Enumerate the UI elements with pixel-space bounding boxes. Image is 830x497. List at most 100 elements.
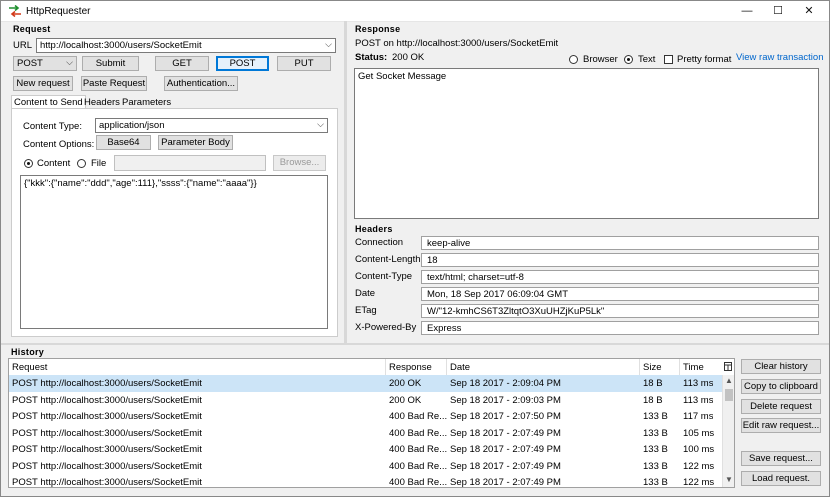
file-radio[interactable] [77,159,86,168]
content-type-value: application/json [99,120,165,131]
history-row[interactable]: POST http://localhost:3000/users/SocketE… [9,458,722,475]
row-response: 400 Bad Re... [389,477,448,488]
header-value[interactable]: W/"12-kmhCS6T3ZltqtO3XuUHZjKuP5Lk" [421,304,819,318]
file-path-field [114,155,266,171]
row-time: 105 ms [683,427,715,439]
post-button[interactable]: POST [216,56,269,71]
maximize-button[interactable]: ☐ [761,1,795,21]
vertical-splitter[interactable] [344,21,347,343]
header-name: Date [355,288,376,299]
header-value[interactable]: 18 [421,253,819,267]
row-date: Sep 18 2017 - 2:09:03 PM [450,394,561,406]
row-request: POST http://localhost:3000/users/SocketE… [12,378,202,389]
row-response: 400 Bad Re... [389,411,448,422]
horizontal-splitter[interactable] [1,343,829,345]
chevron-down-icon[interactable]: ⌵ [325,39,332,50]
history-row[interactable]: POST http://localhost:3000/users/SocketE… [9,408,722,425]
get-button[interactable]: GET [155,56,209,71]
url-combobox[interactable]: http://localhost:3000/users/SocketEmit ⌵ [36,38,336,53]
text-radio[interactable] [624,55,633,64]
column-header-date[interactable]: Date [450,362,470,373]
column-chooser-icon[interactable] [724,362,732,371]
row-size: 133 B [643,444,668,455]
edit-raw-request-button[interactable]: Edit raw request... [741,418,821,433]
response-line: POST on http://localhost:3000/users/Sock… [355,38,559,49]
column-header-time[interactable]: Time [683,362,704,373]
browse-button: Browse... [273,155,326,171]
header-name: X-Powered-By [355,322,417,333]
row-date: Sep 18 2017 - 2:07:49 PM [450,477,561,488]
base64-button[interactable]: Base64 [96,135,151,150]
method-select[interactable]: POST ⌵ [13,56,77,71]
pretty-format-checkbox[interactable] [664,55,673,64]
row-response: 400 Bad Re... [389,444,448,455]
parameter-body-button[interactable]: Parameter Body [158,135,233,150]
history-row[interactable]: POST http://localhost:3000/users/SocketE… [9,425,722,442]
history-row[interactable]: POST http://localhost:3000/users/SocketE… [9,375,722,392]
put-button[interactable]: PUT [277,56,331,71]
submit-button[interactable]: Submit [82,56,139,71]
history-row[interactable]: POST http://localhost:3000/users/SocketE… [9,392,722,409]
history-row[interactable]: POST http://localhost:3000/users/SocketE… [9,474,722,488]
header-value[interactable]: text/html; charset=utf-8 [421,270,819,284]
copy-to-clipboard-button[interactable]: Copy to clipboard [741,379,821,394]
column-header-response[interactable]: Response [389,362,432,373]
header-name: Content-Type [355,271,413,282]
row-request: POST http://localhost:3000/users/SocketE… [12,394,202,406]
column-separator[interactable] [385,359,386,375]
row-response: 200 OK [389,378,422,389]
chevron-down-icon[interactable]: ⌵ [317,119,324,130]
row-response: 400 Bad Re... [389,460,448,472]
scroll-thumb[interactable] [725,389,733,401]
request-body-textarea[interactable]: {"kkk":{"name":"ddd","age":111},"ssss":{… [20,175,328,329]
text-radio-label: Text [638,54,656,65]
history-section-header: History [11,347,45,357]
column-header-request[interactable]: Request [12,362,47,373]
row-size: 18 B [643,394,663,406]
load-request-button[interactable]: Load request. [741,471,821,486]
browser-radio[interactable] [569,55,578,64]
content-type-select[interactable]: application/json ⌵ [95,118,328,133]
row-date: Sep 18 2017 - 2:07:49 PM [450,427,561,439]
column-separator[interactable] [639,359,640,375]
save-request-button[interactable]: Save request... [741,451,821,466]
authentication-button[interactable]: Authentication... [164,76,238,91]
delete-request-button[interactable]: Delete request [741,399,821,414]
view-raw-transaction-link[interactable]: View raw transaction [736,52,823,63]
column-separator[interactable] [679,359,680,375]
column-header-size[interactable]: Size [643,362,661,373]
content-type-label: Content Type: [23,121,82,132]
header-name: Content-Length [355,254,421,265]
scroll-down-icon[interactable]: ▼ [723,475,734,484]
close-button[interactable]: ✕ [792,1,826,21]
row-request: POST http://localhost:3000/users/SocketE… [12,444,202,455]
header-value[interactable]: Mon, 18 Sep 2017 06:09:04 GMT [421,287,819,301]
minimize-button[interactable]: — [730,1,764,21]
history-row[interactable]: POST http://localhost:3000/users/SocketE… [9,441,722,458]
content-radio-label: Content [37,158,71,169]
paste-request-button[interactable]: Paste Request [81,76,147,91]
header-value[interactable]: Express [421,321,819,335]
header-value[interactable]: keep-alive [421,236,819,250]
history-scrollbar[interactable]: ▲ ▼ [722,375,734,487]
new-request-button[interactable]: New request [13,76,73,91]
chevron-down-icon[interactable]: ⌵ [66,57,73,68]
status-value: 200 OK [392,52,425,63]
response-section-header: Response [355,24,401,34]
response-body-text: Get Socket Message [358,71,447,82]
response-body-textarea[interactable]: Get Socket Message [354,68,819,219]
window-title: HttpRequester [26,6,91,17]
column-separator[interactable] [446,359,447,375]
scroll-up-icon[interactable]: ▲ [723,376,734,385]
row-response: 200 OK [389,394,422,406]
clear-history-button[interactable]: Clear history [741,359,821,374]
history-table: Request Response Date Size Time POST htt… [8,358,735,488]
request-section-header: Request [13,24,51,34]
row-request: POST http://localhost:3000/users/SocketE… [12,411,202,422]
method-value: POST [17,58,43,69]
row-size: 133 B [643,427,668,439]
row-date: Sep 18 2017 - 2:07:49 PM [450,460,561,472]
row-date: Sep 18 2017 - 2:07:50 PM [450,411,561,422]
content-radio[interactable] [24,159,33,168]
tab-content-to-send[interactable]: Content to Send [11,95,86,109]
